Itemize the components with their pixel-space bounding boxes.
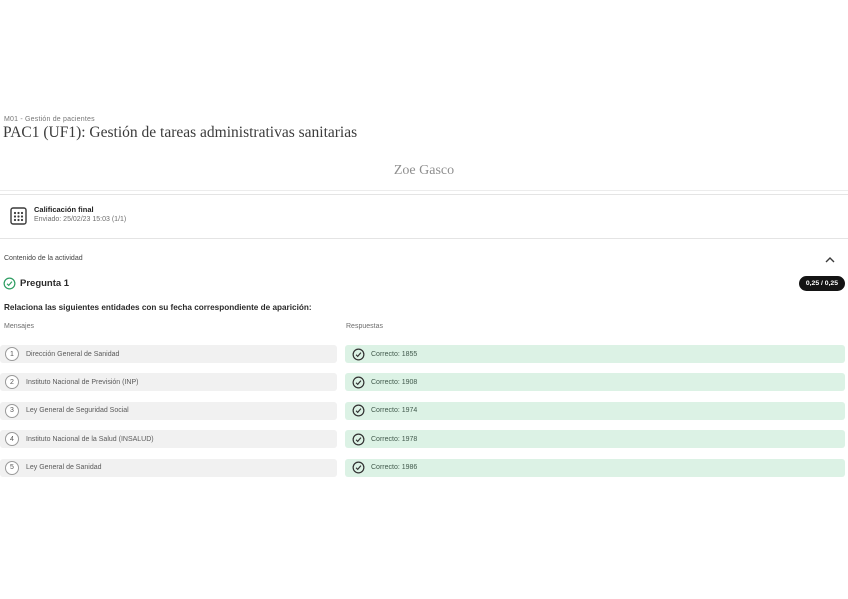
attempt-review-page: M01 - Gestión de pacientes PAC1 (UF1): G… [0, 0, 848, 599]
check-circle-icon [352, 433, 365, 446]
rubric-grid-icon [10, 206, 27, 225]
chevron-up-icon[interactable] [824, 254, 836, 266]
final-grade-panel: Calificación final Enviado: 25/02/23 15:… [0, 194, 848, 239]
question-header: Pregunta 1 0,25 / 0,25 [0, 276, 848, 294]
score-badge: 0,25 / 0,25 [799, 276, 845, 291]
entity-label: Instituto Nacional de Previsión (INP) [26, 379, 138, 386]
breadcrumb[interactable]: M01 - Gestión de pacientes [4, 116, 95, 123]
correct-answer-label: Correcto: 1855 [371, 351, 417, 358]
answer-chip: Correcto: 1978 [345, 430, 845, 448]
entity-chip: 5 Ley General de Sanidad [0, 459, 337, 477]
correct-answer-label: Correcto: 1974 [371, 407, 417, 414]
student-name: Zoe Gasco [0, 163, 848, 179]
correct-answer-label: Correcto: 1978 [371, 436, 417, 443]
table-row: 1 Dirección General de Sanidad Correcto:… [0, 340, 848, 368]
table-row: 5 Ley General de Sanidad Correcto: 1986 [0, 454, 848, 482]
check-circle-icon [352, 461, 365, 474]
item-number: 5 [5, 461, 19, 475]
column-header-mensajes: Mensajes [4, 323, 34, 330]
check-circle-icon [352, 348, 365, 361]
page-title: PAC1 (UF1): Gestión de tareas administra… [3, 124, 357, 142]
entity-chip: 4 Instituto Nacional de la Salud (INSALU… [0, 430, 337, 448]
table-row: 3 Ley General de Seguridad Social Correc… [0, 397, 848, 425]
check-circle-icon [352, 404, 365, 417]
divider [0, 190, 848, 191]
table-row: 2 Instituto Nacional de Previsión (INP) … [0, 368, 848, 396]
entity-chip: 1 Dirección General de Sanidad [0, 345, 337, 363]
correct-answer-label: Correcto: 1908 [371, 379, 417, 386]
answer-chip: Correcto: 1855 [345, 345, 845, 363]
table-row: 4 Instituto Nacional de la Salud (INSALU… [0, 425, 848, 453]
column-header-respuestas: Respuestas [346, 323, 383, 330]
item-number: 4 [5, 432, 19, 446]
question-prompt: Relaciona las siguientes entidades con s… [4, 303, 312, 312]
correct-answer-label: Correcto: 1986 [371, 464, 417, 471]
matching-table: 1 Dirección General de Sanidad Correcto:… [0, 340, 848, 482]
entity-chip: 3 Ley General de Seguridad Social [0, 402, 337, 420]
check-circle-icon [3, 277, 16, 290]
answer-chip: Correcto: 1908 [345, 373, 845, 391]
entity-label: Ley General de Seguridad Social [26, 407, 129, 414]
entity-label: Dirección General de Sanidad [26, 351, 119, 358]
entity-label: Ley General de Sanidad [26, 464, 102, 471]
answer-chip: Correcto: 1986 [345, 459, 845, 477]
grade-panel-title: Calificación final [34, 205, 94, 214]
item-number: 2 [5, 375, 19, 389]
grade-submitted-info: Enviado: 25/02/23 15:03 (1/1) [34, 216, 126, 223]
answer-chip: Correcto: 1974 [345, 402, 845, 420]
entity-label: Instituto Nacional de la Salud (INSALUD) [26, 436, 154, 443]
entity-chip: 2 Instituto Nacional de Previsión (INP) [0, 373, 337, 391]
activity-content-label: Contenido de la actividad [4, 255, 83, 262]
item-number: 1 [5, 347, 19, 361]
question-title: Pregunta 1 [20, 278, 69, 289]
item-number: 3 [5, 404, 19, 418]
check-circle-icon [352, 376, 365, 389]
